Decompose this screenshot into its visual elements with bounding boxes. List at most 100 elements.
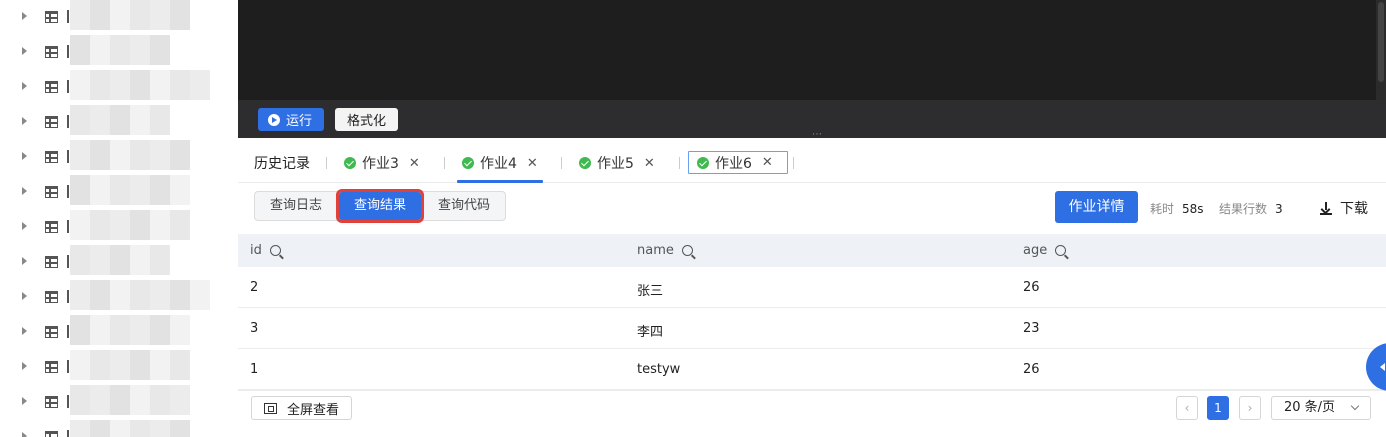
tree-table-node[interactable] xyxy=(0,280,238,315)
search-icon[interactable] xyxy=(1055,245,1067,256)
caret-right-icon[interactable] xyxy=(22,222,27,230)
page-size-select[interactable]: 20 条/页 xyxy=(1271,396,1371,420)
tab-divider xyxy=(561,157,562,169)
node-label-fragment xyxy=(67,45,69,58)
column-header-age: age xyxy=(1023,243,1067,258)
table-footer: 全屏查看 ‹ 1 › 20 条/页 xyxy=(238,390,1386,437)
tab-job-4[interactable]: 作业4 ✕ xyxy=(462,152,538,174)
redacted-node-label xyxy=(70,35,170,65)
close-icon[interactable]: ✕ xyxy=(644,156,655,171)
column-title: name xyxy=(637,243,674,258)
tree-table-node[interactable] xyxy=(0,175,238,210)
result-table: id name age 2 张三 26 3 李四 23 1 testyw 26 xyxy=(238,234,1386,390)
table-icon xyxy=(45,256,58,268)
caret-right-icon[interactable] xyxy=(22,187,27,195)
redacted-node-label xyxy=(70,175,190,205)
result-view-switch: 查询日志 查询结果 查询代码 xyxy=(254,189,507,223)
next-page-button[interactable]: › xyxy=(1239,396,1261,420)
close-icon[interactable]: ✕ xyxy=(527,156,538,171)
caret-right-icon[interactable] xyxy=(22,362,27,370)
caret-right-icon[interactable] xyxy=(22,292,27,300)
tab-divider xyxy=(679,157,680,169)
fullscreen-button[interactable]: 全屏查看 xyxy=(251,396,353,420)
table-row[interactable]: 2 张三 26 xyxy=(238,267,1386,308)
tree-table-node[interactable] xyxy=(0,140,238,175)
tab-label: 作业5 xyxy=(597,156,634,172)
table-cell: 26 xyxy=(1023,280,1040,295)
tab-job-6[interactable]: 作业6 ✕ xyxy=(688,151,788,174)
page-1-button[interactable]: 1 xyxy=(1207,396,1229,420)
node-label-fragment xyxy=(67,395,69,408)
tree-table-node[interactable] xyxy=(0,35,238,70)
table-icon xyxy=(45,46,58,58)
caret-right-icon[interactable] xyxy=(22,327,27,335)
download-button[interactable]: 下载 xyxy=(1320,198,1368,218)
table-icon xyxy=(45,326,58,338)
table-icon xyxy=(45,11,58,23)
tree-table-node[interactable] xyxy=(0,245,238,280)
format-button[interactable]: 格式化 xyxy=(335,108,399,131)
close-icon[interactable]: ✕ xyxy=(762,155,773,170)
format-button-label: 格式化 xyxy=(347,114,387,129)
job-detail-button[interactable]: 作业详情 xyxy=(1055,191,1138,223)
table-tree-sidebar xyxy=(0,0,238,437)
table-cell: 23 xyxy=(1023,321,1040,336)
redacted-node-label xyxy=(70,140,190,170)
column-header-name: name xyxy=(637,243,693,258)
table-cell: 李四 xyxy=(637,325,664,340)
row-count-value: 3 xyxy=(1275,202,1283,216)
tree-table-node[interactable] xyxy=(0,70,238,105)
tree-table-node[interactable] xyxy=(0,350,238,385)
tree-table-node[interactable] xyxy=(0,105,238,140)
tree-table-node[interactable] xyxy=(0,315,238,350)
node-label-fragment xyxy=(67,255,69,268)
table-row[interactable]: 3 李四 23 xyxy=(238,308,1386,349)
check-circle-icon xyxy=(579,157,591,169)
tab-history[interactable]: 历史记录 xyxy=(254,153,310,173)
editor-scrollbar[interactable] xyxy=(1376,0,1386,100)
table-cell: testyw xyxy=(637,362,681,377)
column-title: id xyxy=(250,243,262,258)
redacted-node-label xyxy=(70,350,190,380)
caret-right-icon[interactable] xyxy=(22,117,27,125)
table-cell: 2 xyxy=(250,280,259,295)
redacted-node-label xyxy=(70,385,190,415)
node-label-fragment xyxy=(67,290,69,303)
run-button-label: 运行 xyxy=(286,114,313,129)
sql-editor[interactable] xyxy=(238,0,1386,100)
chevron-down-icon xyxy=(1350,401,1360,411)
elapsed-value: 58s xyxy=(1182,202,1204,216)
tree-table-node[interactable] xyxy=(0,420,238,437)
caret-right-icon[interactable] xyxy=(22,432,27,437)
check-circle-icon xyxy=(344,157,356,169)
caret-right-icon[interactable] xyxy=(22,257,27,265)
page-size-value: 20 条/页 xyxy=(1284,400,1336,415)
caret-right-icon[interactable] xyxy=(22,12,27,20)
job-tab-bar: 历史记录 作业3 ✕ 作业4 ✕ 作业5 ✕ 作业6 ✕ xyxy=(238,138,1386,183)
segment-query-log[interactable]: 查询日志 xyxy=(255,192,337,220)
caret-right-icon[interactable] xyxy=(22,397,27,405)
caret-right-icon[interactable] xyxy=(22,82,27,90)
search-icon[interactable] xyxy=(681,245,693,256)
result-toolbar: 查询日志 查询结果 查询代码 作业详情 耗时 58s 结果行数 3 下载 xyxy=(238,183,1386,234)
resize-handle[interactable]: ⋯ xyxy=(812,130,823,140)
caret-right-icon[interactable] xyxy=(22,152,27,160)
segment-query-code[interactable]: 查询代码 xyxy=(423,192,505,220)
run-button[interactable]: 运行 xyxy=(258,108,325,131)
segment-query-result[interactable]: 查询结果 xyxy=(336,189,425,223)
tree-table-node[interactable] xyxy=(0,210,238,245)
caret-right-icon[interactable] xyxy=(22,47,27,55)
tab-job-5[interactable]: 作业5 ✕ xyxy=(579,152,655,174)
tree-table-node[interactable] xyxy=(0,0,238,35)
close-icon[interactable]: ✕ xyxy=(409,156,420,171)
redacted-node-label xyxy=(70,105,170,135)
table-icon xyxy=(45,151,58,163)
node-label-fragment xyxy=(67,10,69,23)
table-row[interactable]: 1 testyw 26 xyxy=(238,349,1386,390)
table-cell: 张三 xyxy=(637,284,664,299)
search-icon[interactable] xyxy=(269,245,281,256)
prev-page-button[interactable]: ‹ xyxy=(1176,396,1198,420)
tab-job-3[interactable]: 作业3 ✕ xyxy=(344,152,420,174)
tree-table-node[interactable] xyxy=(0,385,238,420)
table-icon xyxy=(45,291,58,303)
